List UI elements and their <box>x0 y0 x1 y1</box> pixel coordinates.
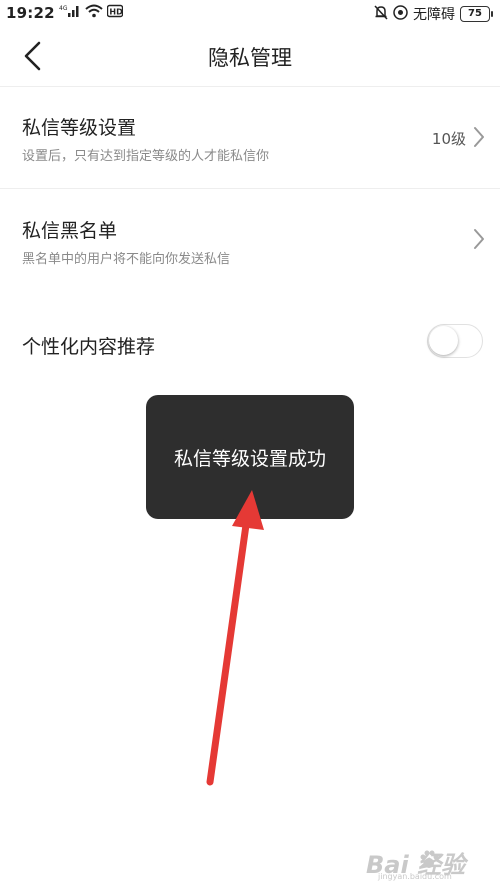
personalized-title: 个性化内容推荐 <box>22 336 156 358</box>
chevron-right-icon <box>474 127 484 147</box>
personalized-row: 个性化内容推荐 <box>0 300 500 390</box>
battery-icon: 75 <box>460 6 493 22</box>
message-level-row[interactable]: 私信等级设置 设置后，只有达到指定等级的人才能私信你 10级 <box>0 87 500 188</box>
nav-bar: 隐私管理 <box>0 26 500 86</box>
watermark-url: jingyan.baidu.com <box>378 872 452 881</box>
message-level-title: 私信等级设置 <box>22 117 137 139</box>
blacklist-subtitle: 黑名单中的用户将不能向你发送私信 <box>22 252 231 267</box>
message-level-subtitle: 设置后，只有达到指定等级的人才能私信你 <box>22 149 270 164</box>
chevron-right-icon <box>474 229 484 249</box>
page-title: 隐私管理 <box>208 46 292 70</box>
paw-icon <box>420 850 439 868</box>
status-time: 19:22 <box>6 4 55 22</box>
blacklist-title: 私信黑名单 <box>22 220 118 242</box>
message-level-value: 10级 <box>431 130 466 148</box>
status-bar: 19:22 4G HD 无障碍 75 <box>0 0 500 26</box>
toast-message: 私信等级设置成功 <box>173 447 326 470</box>
network-type: 4G <box>59 5 68 12</box>
accessibility-label: 无障碍 <box>413 7 455 23</box>
toggle-knob <box>429 326 458 355</box>
bell-off-icon <box>374 4 388 24</box>
at-icon <box>393 4 408 24</box>
status-right: 无障碍 75 <box>374 4 493 24</box>
blacklist-row[interactable]: 私信黑名单 黑名单中的用户将不能向你发送私信 <box>0 189 500 289</box>
personalized-toggle[interactable] <box>427 324 483 358</box>
hd-icon: HD <box>106 4 123 22</box>
success-toast: 私信等级设置成功 <box>146 395 354 519</box>
svg-text:HD: HD <box>109 8 123 17</box>
status-left: 19:22 4G HD <box>6 4 123 22</box>
signal-icon: 4G <box>59 4 81 22</box>
watermark: Bai 经验 jingyan.baidu.com <box>366 843 486 883</box>
wifi-icon <box>85 4 103 22</box>
